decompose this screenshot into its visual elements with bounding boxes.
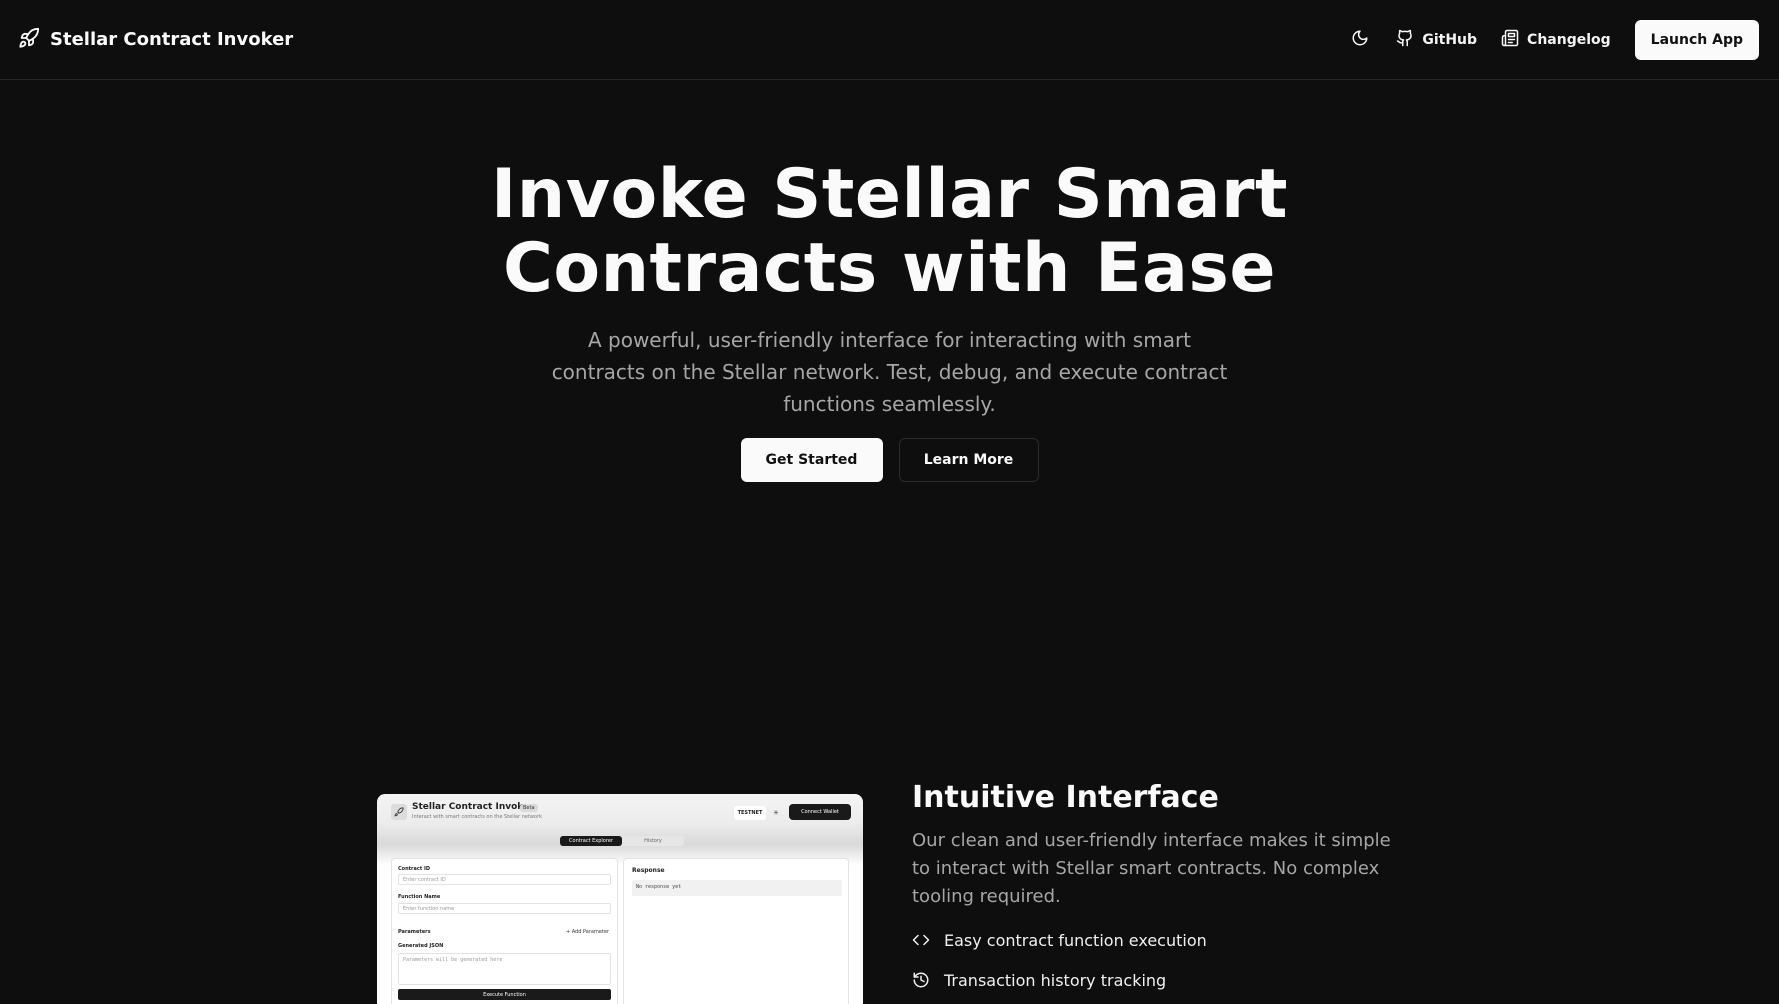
rocket-icon [18,27,40,53]
preview-description: Interact with smart contracts on the Ste… [412,814,543,820]
github-link[interactable]: GitHub [1396,29,1477,51]
history-icon [912,971,930,989]
changelog-link-label: Changelog [1527,31,1611,48]
moon-icon [1351,29,1369,51]
preview-response-label: Response [632,867,665,874]
theme-toggle-button[interactable] [1342,22,1378,58]
preview-json-textarea: Parameters will be generated here [398,953,611,985]
code-icon [912,931,930,949]
hero-title-line1: Invoke Stellar Smart [490,155,1288,234]
preview-connect-wallet-button: Connect Wallet [789,804,851,820]
feature-item-label: Transaction history tracking [944,970,1167,990]
preview-network-badge: TESTNET [734,806,766,820]
hero-subtitle: A powerful, user-friendly interface for … [551,328,1228,416]
learn-more-button[interactable]: Learn More [898,438,1039,482]
preview-function-input: Enter function name [398,903,611,914]
preview-response-card: Response No response yet [623,858,849,1004]
preview-title: Stellar Contract Invoker [412,802,534,812]
preview-tabs: Contract Explorer History [560,836,684,846]
launch-app-button[interactable]: Launch App [1634,19,1759,60]
hero-section: Invoke Stellar Smart Contracts with Ease… [0,158,1779,482]
preview-contract-id-label: Contract ID [398,866,430,872]
feature-list: Easy contract function execution Transac… [912,920,1412,1000]
newspaper-icon [1501,29,1519,51]
feature-description: Our clean and user-friendly interface ma… [912,830,1391,907]
preview-execute-button: Execute Function [398,989,611,1000]
github-link-label: GitHub [1422,31,1478,48]
top-navbar: Stellar Contract Invoker GitHub Changelo… [0,0,1779,80]
feature-title: Intuitive Interface [912,780,1219,815]
brand[interactable]: Stellar Contract Invoker [18,27,293,53]
feature-item: Transaction history tracking [912,960,1412,1000]
preview-sun-icon: ☀ [772,809,780,817]
preview-beta-badge: Beta [520,804,538,812]
feature-item-label: Easy contract function execution [944,930,1207,950]
brand-name: Stellar Contract Invoker [50,29,294,50]
hero-title-line2: Contracts with Ease [502,229,1277,308]
preview-tab-explorer: Contract Explorer [560,836,622,846]
preview-form-card: Contract ID Enter contract ID Function N… [391,858,618,1004]
feature-section: Intuitive Interface Our clean and user-f… [912,780,1412,1000]
app-preview-screenshot: Stellar Contract Invoker Beta Interact w… [377,794,863,1004]
github-icon [1396,29,1414,51]
hero-title: Invoke Stellar Smart Contracts with Ease [0,158,1779,306]
preview-tab-history: History [644,838,662,844]
preview-contract-id-input: Enter contract ID [398,874,611,885]
preview-rocket-icon [391,804,407,820]
preview-add-param-button: + Add Parameter [565,929,609,935]
get-started-button[interactable]: Get Started [740,438,883,482]
hero-cta-group: Get Started Learn More [0,438,1779,482]
preview-response-box: No response yet [632,880,842,896]
changelog-link[interactable]: Changelog [1501,29,1611,51]
preview-params-label: Parameters [398,929,431,935]
feature-item: Easy contract function execution [912,920,1412,960]
preview-json-label: Generated JSON [398,943,444,949]
preview-function-label: Function Name [398,894,441,900]
